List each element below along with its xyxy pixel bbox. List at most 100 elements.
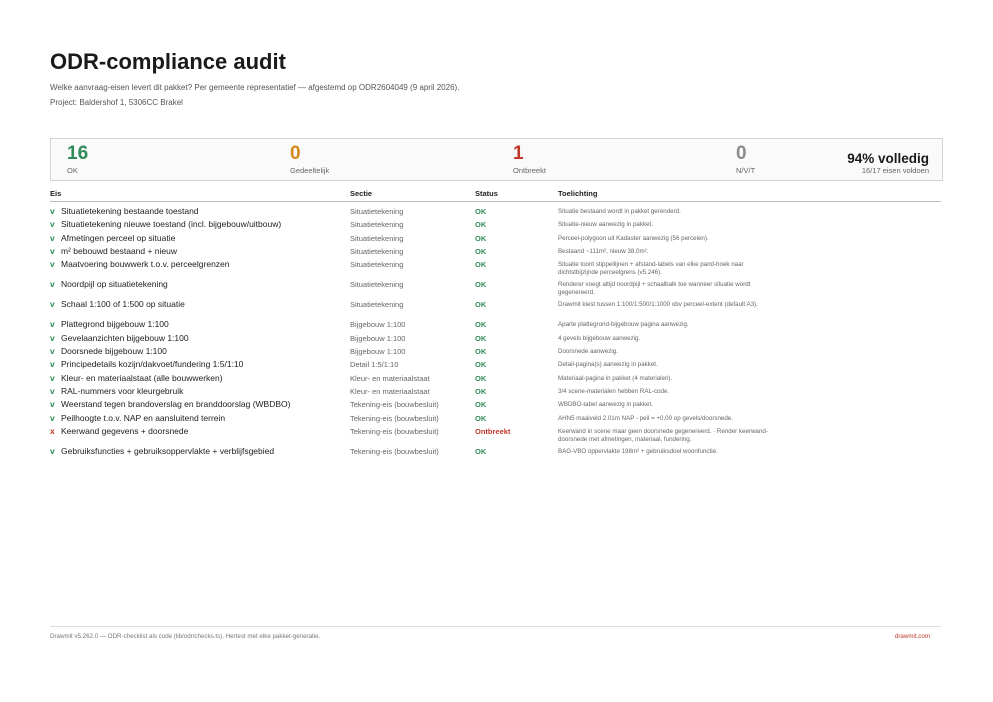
row-status: OK (475, 333, 487, 343)
row-status: OK (475, 299, 487, 309)
row-eis: RAL-nummers voor kleurgebruik (61, 386, 184, 396)
row-status: OK (475, 246, 487, 256)
row-toelichting: Perceel-polygoon uit Kadaster aanwezig (… (558, 234, 709, 242)
row-toelichting: Doorsnede aanwezig. (558, 347, 618, 355)
row-toelichting: Materiaal-pagina in pakket (4 materialen… (558, 374, 673, 382)
row-eis: Keerwand gegevens + doorsnede (61, 426, 189, 436)
row-mark: v (50, 219, 55, 229)
header-status: Status (475, 189, 498, 198)
row-sectie: Bijgebouw 1:100 (350, 319, 406, 329)
row-status: OK (475, 346, 487, 356)
row-status: OK (475, 399, 487, 409)
row-mark: v (50, 279, 55, 289)
completeness-percent: 94% volledig (847, 151, 929, 166)
row-mark: v (50, 333, 55, 343)
row-status: OK (475, 259, 487, 269)
header-toelichting: Toelichting (558, 189, 598, 198)
report-page: ODR-compliance audit Welke aanvraag-eise… (50, 0, 943, 702)
row-eis: Principedetails kozijn/dakvoet/fundering… (61, 359, 244, 369)
row-status: OK (475, 359, 487, 369)
stat-missing: 1 Ontbreekt (513, 143, 546, 175)
page-subtitle: Welke aanvraag-eisen levert dit pakket? … (50, 83, 460, 92)
row-toelichting: Renderer voegt altijd noordpijl + schaal… (558, 280, 751, 297)
row-toelichting: Situatie toont stippellijnen + afstand-l… (558, 260, 744, 277)
row-sectie: Situatietekening (350, 206, 404, 216)
row-status: OK (475, 233, 487, 243)
row-sectie: Detail 1:5/1:10 (350, 359, 399, 369)
row-toelichting: Drawmit kiest tussen 1:100/1:500/1:1000 … (558, 300, 758, 308)
row-eis: Afmetingen perceel op situatie (61, 233, 176, 243)
row-sectie: Situatietekening (350, 246, 404, 256)
summary-panel: 16 OK 0 Gedeeltelijk 1 Ontbreekt 0 N/V/T… (50, 138, 943, 181)
row-mark: v (50, 259, 55, 269)
row-eis: Situatietekening nieuwe toestand (incl. … (61, 219, 282, 229)
row-sectie: Tekening-eis (bouwbesluit) (350, 426, 439, 436)
stat-na-value: 0 (736, 143, 747, 164)
row-sectie: Tekening-eis (bouwbesluit) (350, 413, 439, 423)
row-status: OK (475, 219, 487, 229)
table-header: Eis Sectie Status Toelichting (50, 187, 941, 202)
row-mark: v (50, 299, 55, 309)
row-eis: Kleur- en materiaalstaat (alle bouwwerke… (61, 373, 223, 383)
row-eis: Plattegrond bijgebouw 1:100 (61, 319, 169, 329)
row-sectie: Kleur- en materiaalstaat (350, 373, 430, 383)
row-toelichting: 3/4 scene-materialen hebben RAL-code. (558, 387, 670, 395)
row-mark: v (50, 386, 55, 396)
stat-ok: 16 OK (67, 143, 88, 175)
stat-na: 0 N/V/T (736, 143, 755, 175)
row-eis: Schaal 1:100 of 1:500 op situatie (61, 299, 185, 309)
footer-link[interactable]: drawmit.com (895, 633, 930, 640)
row-sectie: Tekening-eis (bouwbesluit) (350, 446, 439, 456)
stat-ok-label: OK (67, 166, 78, 175)
stat-partial: 0 Gedeeltelijk (290, 143, 329, 175)
row-toelichting: Aparte plattegrond-bijgebouw pagina aanw… (558, 320, 689, 328)
row-mark: v (50, 413, 55, 423)
completeness: 94% volledig 16/17 eisen voldoen (847, 151, 929, 175)
row-mark: v (50, 399, 55, 409)
footer-divider (50, 626, 941, 627)
row-sectie: Situatietekening (350, 259, 404, 269)
row-eis: Weerstand tegen brandoverslag en branddo… (61, 399, 291, 409)
row-sectie: Situatietekening (350, 279, 404, 289)
row-sectie: Tekening-eis (bouwbesluit) (350, 399, 439, 409)
row-eis: Peilhoogte t.o.v. NAP en aansluitend ter… (61, 413, 226, 423)
row-toelichting: AHN5 maaiveld 2.01m NAP - peil = +0,00 o… (558, 414, 733, 422)
stat-na-label: N/V/T (736, 166, 756, 175)
page-title: ODR-compliance audit (50, 49, 286, 74)
row-mark: v (50, 206, 55, 216)
row-toelichting: Situatie bestaand wordt in pakket gerend… (558, 207, 681, 215)
row-eis: Situatietekening bestaande toestand (61, 206, 199, 216)
row-status: OK (475, 413, 487, 423)
row-status: OK (475, 279, 487, 289)
header-eis: Eis (50, 189, 62, 198)
row-toelichting: 4 gevels bijgebouw aanwezig. (558, 334, 641, 342)
row-sectie: Situatietekening (350, 219, 404, 229)
stat-partial-value: 0 (290, 143, 301, 164)
stat-missing-label: Ontbreekt (513, 166, 546, 175)
row-sectie: Kleur- en materiaalstaat (350, 386, 430, 396)
row-status: OK (475, 373, 487, 383)
row-toelichting: BAG-VBO oppervlakte 198m² + gebruiksdoel… (558, 447, 718, 455)
row-mark: v (50, 246, 55, 256)
row-mark: v (50, 346, 55, 356)
row-status: OK (475, 319, 487, 329)
row-toelichting: Detail-pagina(s) aanwezig in pakket. (558, 360, 658, 368)
row-eis: m² bebouwd bestaand + nieuw (61, 246, 178, 256)
completeness-detail: 16/17 eisen voldoen (861, 166, 929, 175)
row-status: OK (475, 446, 487, 456)
row-status: Ontbreekt (475, 426, 511, 436)
row-status: OK (475, 206, 487, 216)
row-mark: v (50, 446, 55, 456)
row-eis: Gebruiksfuncties + gebruiksoppervlakte +… (61, 446, 275, 456)
row-sectie: Situatietekening (350, 233, 404, 243)
row-eis: Maatvoering bouwwerk t.o.v. perceelgrenz… (61, 259, 230, 269)
row-mark: v (50, 359, 55, 369)
row-eis: Doorsnede bijgebouw 1:100 (61, 346, 167, 356)
row-mark: v (50, 233, 55, 243)
row-mark: v (50, 319, 55, 329)
row-eis: Noordpijl op situatietekening (61, 279, 168, 289)
row-sectie: Bijgebouw 1:100 (350, 346, 406, 356)
row-toelichting: Bestaand ~111m², nieuw 38.0m². (558, 247, 649, 255)
row-mark: v (50, 373, 55, 383)
header-sectie: Sectie (350, 189, 373, 198)
